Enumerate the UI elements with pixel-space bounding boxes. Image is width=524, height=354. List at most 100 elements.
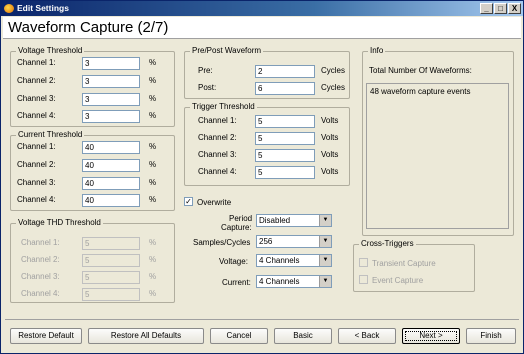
- samples-cycles-select[interactable]: 256 ▼: [256, 235, 332, 248]
- basic-button[interactable]: Basic: [274, 328, 332, 344]
- period-capture-label-line2: Capture:: [221, 223, 252, 232]
- voltage-ch1-label: Channel 1:: [17, 58, 56, 67]
- current-ch2-label: Channel 2:: [17, 160, 56, 169]
- pre-label: Pre:: [198, 66, 213, 75]
- back-button[interactable]: < Back: [338, 328, 396, 344]
- title-bar[interactable]: Edit Settings _ □ X: [1, 1, 523, 16]
- voltage-ch4-label: Channel 4:: [17, 111, 56, 120]
- trigger-ch2-label: Channel 2:: [198, 133, 237, 142]
- voltage-thd-threshold-group: Voltage THD Threshold Channel 1: 5 % Cha…: [10, 218, 175, 303]
- trigger-threshold-legend: Trigger Threshold: [190, 102, 257, 111]
- focus-ring: [405, 331, 457, 341]
- voltage-ch1-unit: %: [149, 58, 157, 67]
- period-capture-value: Disabled: [259, 216, 291, 225]
- pre-post-waveform-group: Pre/Post Waveform Pre: 2 Cycles Post: 6 …: [184, 46, 350, 99]
- thd-ch1-input[interactable]: 5: [82, 237, 140, 250]
- pre-post-waveform-legend: Pre/Post Waveform: [190, 46, 264, 55]
- current-threshold-group: Current Threshold Channel 1: 40 % Channe…: [10, 130, 175, 211]
- thd-ch3-input[interactable]: 5: [82, 271, 140, 284]
- voltage-ch1-input[interactable]: 3: [82, 57, 140, 70]
- maximize-button[interactable]: □: [494, 3, 507, 14]
- voltage-ch3-unit: %: [149, 94, 157, 103]
- voltage-threshold-legend: Voltage Threshold: [16, 46, 85, 55]
- thd-ch4-label: Channel 4:: [21, 289, 60, 298]
- page-header: Waveform Capture (2/7): [3, 17, 521, 39]
- chevron-down-icon[interactable]: ▼: [319, 255, 331, 266]
- current-channels-label: Current:: [222, 278, 251, 287]
- voltage-channels-value: 4 Channels: [259, 256, 300, 265]
- cross-triggers-group: Cross-Triggers Transient Capture Event C…: [353, 239, 475, 292]
- restore-default-button[interactable]: Restore Default: [10, 328, 82, 344]
- trigger-ch1-input[interactable]: 5: [255, 115, 315, 128]
- thd-ch3-unit: %: [149, 272, 157, 281]
- post-input[interactable]: 6: [255, 82, 315, 95]
- voltage-channels-select[interactable]: 4 Channels ▼: [256, 254, 332, 267]
- trigger-ch2-input[interactable]: 5: [255, 132, 315, 145]
- thd-ch2-input[interactable]: 5: [82, 254, 140, 267]
- transient-capture-checkbox[interactable]: [359, 258, 368, 267]
- current-ch1-input[interactable]: 40: [82, 141, 140, 154]
- chevron-down-icon[interactable]: ▼: [319, 236, 331, 247]
- event-capture-checkbox[interactable]: [359, 275, 368, 284]
- total-waveforms-label: Total Number Of Waveforms:: [369, 66, 472, 75]
- close-button[interactable]: X: [508, 3, 521, 14]
- voltage-ch3-label: Channel 3:: [17, 94, 56, 103]
- current-ch3-label: Channel 3:: [17, 178, 56, 187]
- trigger-ch3-input[interactable]: 5: [255, 149, 315, 162]
- restore-all-defaults-button[interactable]: Restore All Defaults: [88, 328, 204, 344]
- voltage-ch4-input[interactable]: 3: [82, 110, 140, 123]
- current-ch4-label: Channel 4:: [17, 195, 56, 204]
- overwrite-label[interactable]: Overwrite: [197, 198, 231, 207]
- finish-button[interactable]: Finish: [466, 328, 516, 344]
- trigger-ch3-label: Channel 3:: [198, 150, 237, 159]
- chevron-down-icon[interactable]: ▼: [319, 215, 331, 226]
- trigger-ch4-input[interactable]: 5: [255, 166, 315, 179]
- app-icon: [4, 4, 14, 13]
- period-capture-label-line1: Period: [229, 214, 253, 223]
- samples-cycles-label: Samples/Cycles: [193, 238, 251, 247]
- trigger-ch1-label: Channel 1:: [198, 116, 237, 125]
- events-text: 48 waveform capture events: [370, 87, 471, 96]
- next-button[interactable]: Next >: [402, 328, 460, 344]
- event-capture-label[interactable]: Event Capture: [372, 276, 423, 285]
- voltage-channels-label: Voltage:: [219, 257, 248, 266]
- current-ch3-unit: %: [149, 178, 157, 187]
- trigger-ch1-unit: Volts: [321, 116, 339, 125]
- cancel-button[interactable]: Cancel: [210, 328, 268, 344]
- info-legend: Info: [368, 46, 386, 55]
- thd-ch4-input[interactable]: 5: [82, 288, 140, 301]
- current-ch1-label: Channel 1:: [17, 142, 56, 151]
- current-ch4-unit: %: [149, 195, 157, 204]
- pre-input[interactable]: 2: [255, 65, 315, 78]
- voltage-ch2-label: Channel 2:: [17, 76, 56, 85]
- voltage-thd-threshold-legend: Voltage THD Threshold: [16, 218, 103, 227]
- current-ch2-input[interactable]: 40: [82, 159, 140, 172]
- cross-triggers-legend: Cross-Triggers: [359, 239, 416, 248]
- voltage-threshold-group: Voltage Threshold Channel 1: 3 % Channel…: [10, 46, 175, 127]
- overwrite-checkbox[interactable]: ✓: [184, 197, 193, 206]
- voltage-ch4-unit: %: [149, 111, 157, 120]
- samples-cycles-value: 256: [259, 237, 273, 246]
- current-channels-value: 4 Channels: [259, 277, 300, 286]
- thd-ch3-label: Channel 3:: [21, 272, 60, 281]
- current-channels-select[interactable]: 4 Channels ▼: [256, 275, 332, 288]
- minimize-button[interactable]: _: [480, 3, 493, 14]
- thd-ch2-unit: %: [149, 255, 157, 264]
- voltage-ch3-input[interactable]: 3: [82, 93, 140, 106]
- trigger-ch2-unit: Volts: [321, 133, 339, 142]
- current-ch3-input[interactable]: 40: [82, 177, 140, 190]
- current-ch4-input[interactable]: 40: [82, 194, 140, 207]
- thd-ch1-unit: %: [149, 238, 157, 247]
- voltage-ch2-input[interactable]: 3: [82, 75, 140, 88]
- transient-capture-label[interactable]: Transient Capture: [372, 259, 436, 268]
- chevron-down-icon[interactable]: ▼: [319, 276, 331, 287]
- trigger-ch3-unit: Volts: [321, 150, 339, 159]
- current-threshold-legend: Current Threshold: [16, 130, 85, 139]
- voltage-ch2-unit: %: [149, 76, 157, 85]
- period-capture-select[interactable]: Disabled ▼: [256, 214, 332, 227]
- thd-ch1-label: Channel 1:: [21, 238, 60, 247]
- thd-ch2-label: Channel 2:: [21, 255, 60, 264]
- window-title: Edit Settings: [17, 3, 69, 13]
- pre-unit: Cycles: [321, 66, 346, 75]
- trigger-threshold-group: Trigger Threshold Channel 1: 5 Volts Cha…: [184, 102, 350, 186]
